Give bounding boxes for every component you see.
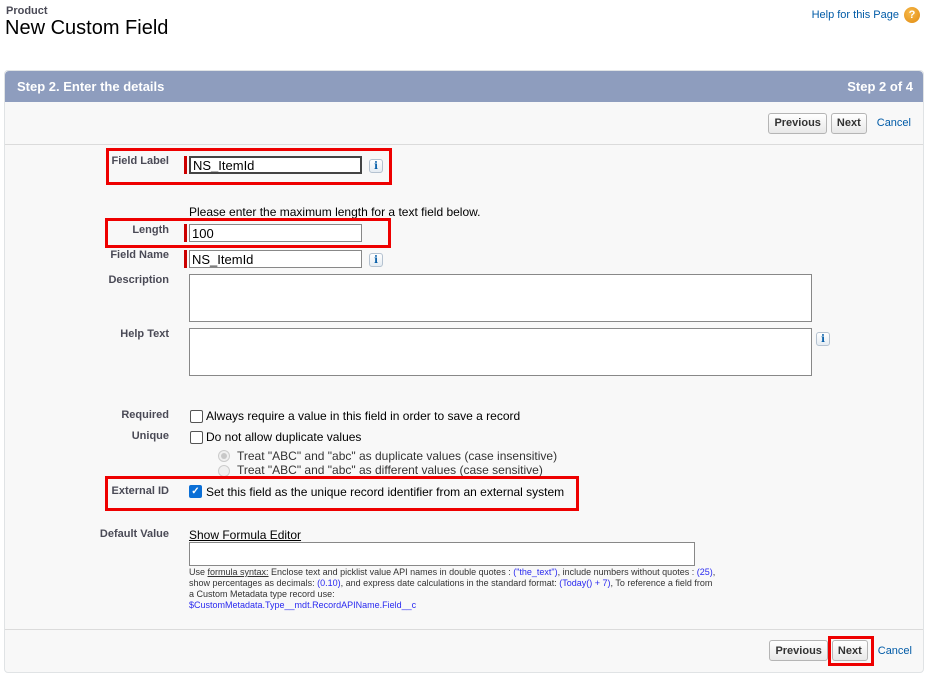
hint-text: Use: [189, 567, 208, 577]
help-text-textarea[interactable]: [189, 328, 812, 376]
cancel-link-bottom[interactable]: Cancel: [878, 645, 912, 657]
previous-button-top[interactable]: Previous: [768, 112, 827, 134]
case-sensitive-radio[interactable]: [218, 465, 230, 477]
info-icon[interactable]: i: [369, 253, 383, 267]
hint-text: , and express date calculations in the s…: [340, 578, 560, 588]
step-bar: Step 2. Enter the details Step 2 of 4: [5, 71, 923, 102]
step-title: Step 2. Enter the details: [17, 79, 165, 94]
step-indicator: Step 2 of 4: [847, 79, 913, 94]
external-id-checkbox[interactable]: ✓: [189, 485, 202, 498]
question-circle-icon[interactable]: ?: [904, 7, 920, 23]
field-name-label: Field Name: [110, 249, 169, 261]
next-button-bottom[interactable]: Next: [831, 640, 868, 661]
hint-text: Enclose text and picklist value API name…: [268, 567, 514, 577]
hint-code: (0.10): [317, 578, 341, 588]
case-sensitive-text: Treat "ABC" and "abc" as different value…: [237, 463, 543, 477]
required-text: Always require a value in this field in …: [206, 409, 521, 423]
top-button-row: Previous Next Cancel: [5, 102, 923, 145]
length-label: Length: [132, 224, 169, 236]
formula-hint: Use formula syntax: Enclose text and pic…: [189, 567, 719, 611]
required-checkbox[interactable]: [190, 410, 203, 423]
unique-checkbox[interactable]: [190, 431, 203, 444]
external-id-label: External ID: [111, 485, 169, 497]
show-formula-editor-link[interactable]: Show Formula Editor: [189, 528, 301, 542]
hint-code: (Today() + 7): [559, 578, 611, 588]
cancel-link-top[interactable]: Cancel: [877, 117, 911, 129]
bottom-divider: [5, 629, 923, 630]
length-input[interactable]: [189, 224, 362, 242]
unique-text: Do not allow duplicate values: [206, 430, 362, 444]
required-indicator: [184, 224, 187, 242]
hint-code: ("the_text"): [513, 567, 558, 577]
help-for-this-page-link[interactable]: Help for this Page: [812, 9, 899, 21]
required-label: Required: [121, 409, 169, 421]
description-label: Description: [108, 274, 169, 286]
bottom-button-row: Previous Next Cancel: [769, 640, 912, 661]
description-textarea[interactable]: [189, 274, 812, 322]
case-insensitive-text: Treat "ABC" and "abc" as duplicate value…: [237, 449, 558, 463]
page-title: New Custom Field: [5, 17, 169, 39]
help-link-group[interactable]: Help for this Page ?: [812, 7, 920, 23]
required-indicator: [184, 250, 187, 268]
hint-code: (25): [696, 567, 713, 577]
hint-code: $CustomMetadata.Type__mdt.RecordAPIName.…: [189, 600, 417, 610]
default-value-textarea[interactable]: [189, 542, 695, 566]
external-id-text: Set this field as the unique record iden…: [206, 485, 565, 499]
hint-text: , include numbers without quotes :: [557, 567, 697, 577]
formula-syntax-link[interactable]: formula syntax:: [208, 567, 269, 577]
field-name-input[interactable]: [189, 250, 362, 268]
default-value-label: Default Value: [99, 528, 169, 540]
field-label-label: Field Label: [111, 155, 169, 167]
object-name: Product: [6, 5, 48, 17]
case-insensitive-radio[interactable]: [218, 450, 230, 462]
unique-label: Unique: [131, 430, 169, 442]
info-icon[interactable]: i: [816, 332, 830, 346]
required-indicator: [184, 156, 187, 174]
info-icon[interactable]: i: [369, 159, 383, 173]
field-label-input[interactable]: [189, 156, 362, 174]
length-note: Please enter the maximum length for a te…: [189, 205, 481, 219]
help-text-label: Help Text: [120, 328, 169, 340]
next-button-top[interactable]: Next: [830, 112, 867, 134]
previous-button-bottom[interactable]: Previous: [769, 640, 828, 661]
